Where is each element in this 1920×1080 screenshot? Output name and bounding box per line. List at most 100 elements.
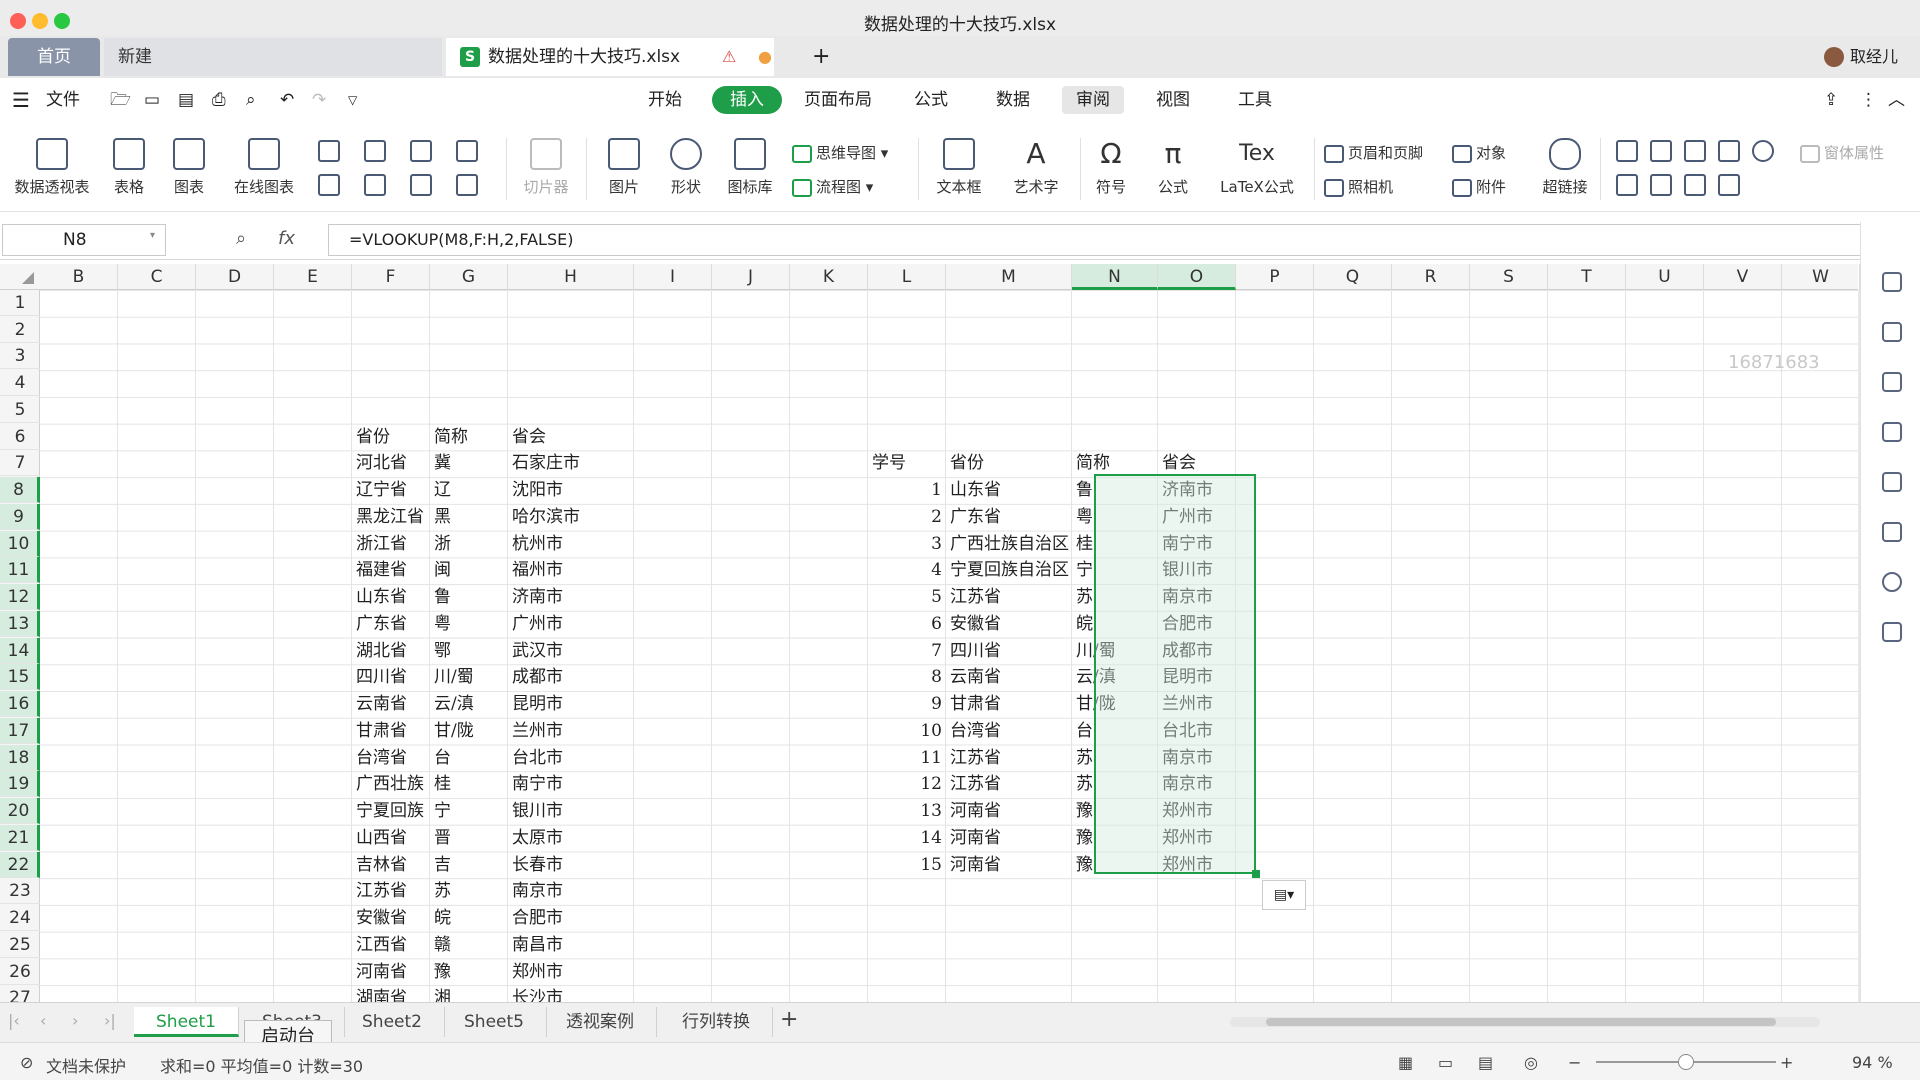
table2-cell[interactable]: 江苏省 [946, 584, 1072, 610]
table1-cell[interactable]: 吉林省 [352, 852, 430, 878]
form-checkbox-icon[interactable] [1718, 140, 1740, 162]
area-chart-icon[interactable] [318, 174, 340, 196]
menu-data[interactable]: 数据 [996, 86, 1030, 114]
table1-cell[interactable]: 鲁 [430, 584, 508, 610]
column-header-r[interactable]: R [1392, 264, 1470, 290]
zoom-level[interactable]: 94 % [1852, 1053, 1893, 1072]
column-header-o[interactable]: O [1158, 264, 1236, 290]
object-button[interactable]: 对象 [1452, 142, 1506, 163]
table2-cell[interactable]: 云南省 [946, 664, 1072, 690]
print-icon[interactable]: ⎙ [212, 86, 226, 114]
table2-cell[interactable]: 河南省 [946, 798, 1072, 824]
form-radio-icon[interactable] [1752, 140, 1774, 162]
first-sheet-icon[interactable]: |‹ [8, 1011, 20, 1030]
name-box[interactable]: N8 [2, 224, 166, 256]
row-header-10[interactable]: 10 [0, 530, 40, 557]
more-options-icon[interactable]: ⋮ [1860, 86, 1877, 114]
table1-header[interactable]: 省会 [508, 424, 634, 450]
zoom-out-icon[interactable]: − [1568, 1053, 1581, 1072]
column-header-b[interactable]: B [40, 264, 118, 290]
table2-cell[interactable]: 江苏省 [946, 745, 1072, 771]
table1-cell[interactable]: 济南市 [508, 584, 634, 610]
latex-button[interactable]: Tex LaTeX公式 [1212, 138, 1302, 197]
form-spinner-icon[interactable] [1718, 174, 1740, 196]
header-footer-button[interactable]: 页眉和页脚 [1324, 142, 1423, 163]
row-header-1[interactable]: 1 [0, 290, 40, 316]
sheet-tab-sheet5[interactable]: Sheet5 [442, 1007, 547, 1037]
table1-cell[interactable]: 广东省 [352, 611, 430, 637]
undo-icon[interactable]: ↶ [280, 86, 294, 114]
table1-header[interactable]: 省份 [352, 424, 430, 450]
row-header-6[interactable]: 6 [0, 424, 40, 450]
column-header-q[interactable]: Q [1314, 264, 1392, 290]
column-header-t[interactable]: T [1548, 264, 1626, 290]
normal-view-icon[interactable]: ▦ [1398, 1053, 1413, 1072]
table1-cell[interactable]: 冀 [430, 450, 508, 476]
line-chart-icon[interactable] [410, 140, 432, 162]
cell-grid[interactable]: 省份 简称 省会 河北省冀石家庄市 辽宁省辽沈阳市 黑龙江省黑哈尔滨市 浙江省浙杭州市 福建省… [40, 290, 1858, 1002]
table1-cell[interactable]: 江西省 [352, 932, 430, 958]
table2-cell[interactable]: 11 [868, 745, 946, 771]
row-header-25[interactable]: 25 [0, 932, 40, 958]
column-header-h[interactable]: H [508, 264, 634, 290]
chart-button[interactable]: 图表 [164, 138, 214, 197]
menu-insert[interactable]: 插入 [712, 86, 782, 114]
name-box-dropdown-icon[interactable]: ▾ [150, 230, 155, 241]
row-header-23[interactable]: 23 [0, 878, 40, 905]
column-chart-icon[interactable] [318, 140, 340, 162]
row-header-7[interactable]: 7 [0, 450, 40, 477]
column-header-g[interactable]: G [430, 264, 508, 290]
form-listbox-icon[interactable] [1616, 174, 1638, 196]
table1-cell[interactable]: 浙江省 [352, 531, 430, 557]
row-header-13[interactable]: 13 [0, 610, 40, 637]
table1-cell[interactable]: 长沙市 [508, 985, 634, 1002]
table1-cell[interactable]: 南昌市 [508, 932, 634, 958]
icon-library-button[interactable]: 图标库 [720, 138, 780, 197]
collapse-ribbon-icon[interactable]: ︿ [1888, 86, 1905, 114]
sidebar-transfer-icon[interactable] [1882, 522, 1902, 542]
table1-cell[interactable]: 南宁市 [508, 771, 634, 797]
form-scrollbar-icon[interactable] [1684, 174, 1706, 196]
table1-cell[interactable]: 辽 [430, 477, 508, 503]
save-icon[interactable]: ▭ [144, 86, 160, 114]
table2-cell[interactable]: 13 [868, 798, 946, 824]
row-header-4[interactable]: 4 [0, 370, 40, 397]
attachment-button[interactable]: 附件 [1452, 176, 1506, 197]
table1-cell[interactable]: 宁夏回族 [352, 798, 430, 824]
table1-cell[interactable]: 四川省 [352, 664, 430, 690]
table1-cell[interactable]: 银川市 [508, 798, 634, 824]
table1-cell[interactable]: 甘/陇 [430, 718, 508, 744]
pie-chart-icon[interactable] [410, 174, 432, 196]
row-header-2[interactable]: 2 [0, 317, 40, 343]
column-header-i[interactable]: I [634, 264, 712, 290]
table1-cell[interactable]: 晋 [430, 825, 508, 851]
table1-cell[interactable]: 黑龙江省 [352, 504, 430, 530]
table1-cell[interactable]: 浙 [430, 531, 508, 557]
table1-cell[interactable]: 云南省 [352, 691, 430, 717]
hyperlink-button[interactable]: 超链接 [1536, 138, 1594, 197]
column-header-u[interactable]: U [1626, 264, 1704, 290]
horizontal-scrollbar[interactable] [1230, 1017, 1820, 1027]
column-header-k[interactable]: K [790, 264, 868, 290]
table2-cell[interactable]: 9 [868, 691, 946, 717]
menu-formula[interactable]: 公式 [914, 86, 948, 114]
more-dropdown-icon[interactable]: ▽ [348, 86, 357, 114]
sheet-tab-sheet1[interactable]: Sheet1 [134, 1007, 239, 1037]
row-header-20[interactable]: 20 [0, 798, 40, 825]
row-header-14[interactable]: 14 [0, 637, 40, 664]
tab-document[interactable]: S 数据处理的十大技巧.xlsx ⚠ ● [446, 38, 774, 76]
row-header-22[interactable]: 22 [0, 851, 40, 878]
form-button-icon[interactable] [1684, 140, 1706, 162]
camera-button[interactable]: 照相机 [1324, 176, 1393, 197]
form-groupbox-icon[interactable] [1650, 140, 1672, 162]
scatter-chart-icon[interactable] [456, 174, 478, 196]
table1-cell[interactable]: 昆明市 [508, 691, 634, 717]
column-header-s[interactable]: S [1470, 264, 1548, 290]
table1-cell[interactable]: 广州市 [508, 611, 634, 637]
hamburger-menu-icon[interactable]: ☰ [12, 86, 30, 114]
table1-cell[interactable]: 长春市 [508, 852, 634, 878]
row-header-17[interactable]: 17 [0, 717, 40, 744]
pivot-table-button[interactable]: 数据透视表 [10, 138, 94, 197]
table1-cell[interactable]: 合肥市 [508, 905, 634, 931]
fx-icon[interactable]: fx [278, 228, 295, 249]
